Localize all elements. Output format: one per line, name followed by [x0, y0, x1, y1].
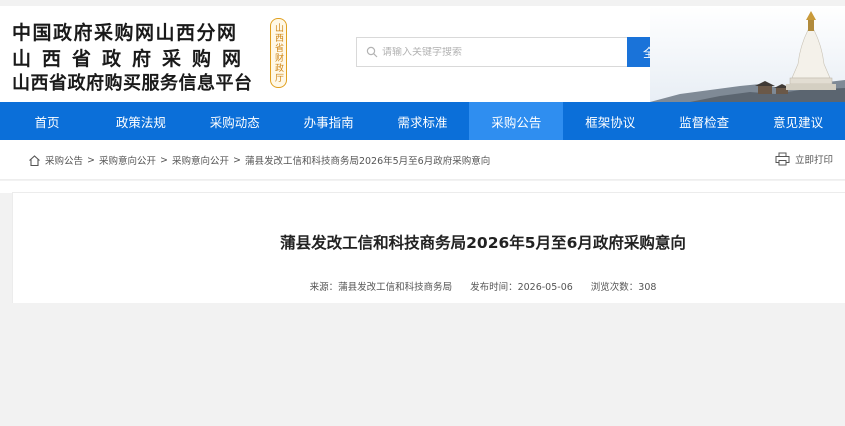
nav-item-policy[interactable]: 政策法规 — [94, 102, 188, 140]
nav-item-announcements[interactable]: 采购公告 — [469, 102, 564, 140]
site-header: 中国政府采购网山西分网 山西省政府采购网 山西省政府购买服务信息平台 山西省财政… — [0, 6, 845, 102]
logo-title-line2[interactable]: 山西省政府采购网 — [12, 44, 252, 71]
print-button[interactable]: 立即打印 — [775, 152, 833, 166]
nav-item-home[interactable]: 首页 — [0, 102, 94, 140]
logo-title-line3[interactable]: 山西省政府购买服务信息平台 — [12, 69, 253, 95]
nav-item-standards[interactable]: 需求标准 — [376, 102, 470, 140]
nav-item-framework[interactable]: 框架协议 — [563, 102, 657, 140]
article-source: 来源：蒲县发改工信和科技商务局 — [309, 282, 453, 293]
breadcrumb-separator: > — [87, 154, 95, 166]
main-nav: 首页 政策法规 采购动态 办事指南 需求标准 采购公告 框架协议 监督检查 意见… — [0, 102, 845, 140]
print-label: 立即打印 — [794, 155, 833, 166]
breadcrumb-item[interactable]: 采购意向公开 — [172, 153, 229, 167]
article-title: 蒲县发改工信和科技商务局2026年5月至6月政府采购意向 — [280, 234, 686, 252]
nav-item-procurement-news[interactable]: 采购动态 — [188, 102, 282, 140]
breadcrumb-separator: > — [232, 154, 241, 166]
article-view-count: 浏览次数：308 — [590, 282, 657, 293]
breadcrumb-bar: 采购公告 > 采购意向公开 > 采购意向公开 > 蒲县发改工信和科技商务局202… — [0, 140, 845, 180]
nav-item-supervision[interactable]: 监督检查 — [657, 102, 751, 140]
breadcrumb-separator: > — [160, 154, 168, 166]
home-icon[interactable] — [28, 154, 41, 167]
search-icon — [366, 46, 378, 58]
breadcrumb-item[interactable]: 采购公告 — [45, 153, 83, 167]
page-background — [0, 304, 845, 426]
article-meta: 来源：蒲县发改工信和科技商务局 发布时间：2026-05-06 浏览次数：308 — [13, 279, 845, 293]
breadcrumb-current: 蒲县发改工信和科技商务局2026年5月至6月政府采购意向 — [244, 156, 491, 167]
article-publish-time: 发布时间：2026-05-06 — [470, 282, 573, 293]
search-box — [356, 37, 628, 67]
nav-item-feedback[interactable]: 意见建议 — [751, 102, 845, 140]
pagoda-landscape-image — [650, 6, 845, 102]
breadcrumb-item[interactable]: 采购意向公开 — [99, 153, 156, 167]
breadcrumb: 采购公告 > 采购意向公开 > 采购意向公开 > 蒲县发改工信和科技商务局202… — [28, 153, 490, 167]
search-input[interactable] — [382, 46, 622, 58]
logo-title-line1[interactable]: 中国政府采购网山西分网 — [12, 18, 238, 45]
seal-text: 山西省财政厅 — [273, 23, 283, 83]
finance-dept-seal: 山西省财政厅 — [270, 18, 287, 88]
article-card: 蒲县发改工信和科技商务局2026年5月至6月政府采购意向 来源：蒲县发改工信和科… — [12, 192, 845, 303]
printer-icon — [775, 152, 790, 166]
nav-item-guide[interactable]: 办事指南 — [282, 102, 376, 140]
